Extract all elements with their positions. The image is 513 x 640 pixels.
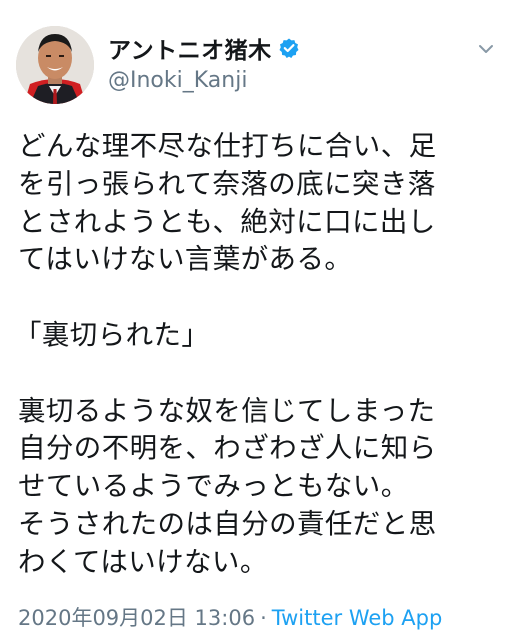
author-names: アントニオ猪木 @Inoki_Kanji: [108, 32, 300, 93]
tweet-header: アントニオ猪木 @Inoki_Kanji: [16, 26, 497, 106]
tweet-card: アントニオ猪木 @Inoki_Kanji どんな理不尽な仕打ちに合い、足 を引っ…: [0, 0, 513, 640]
avatar[interactable]: [16, 26, 94, 104]
timestamp[interactable]: 2020年09月02日 13:06: [18, 606, 255, 630]
tweet-line: を引っ張られて奈落の底に突き落: [18, 167, 436, 200]
tweet-text: どんな理不尽な仕打ちに合い、足 を引っ張られて奈落の底に突き落 とされようとも、…: [14, 128, 498, 582]
tweet-line: わくてはいけない。: [18, 545, 268, 578]
user-handle[interactable]: @Inoki_Kanji: [108, 68, 300, 93]
tweet-line: 裏切るような奴を信じてしまった: [18, 394, 436, 427]
display-name[interactable]: アントニオ猪木: [108, 31, 272, 65]
tweet-line: とされようとも、絶対に口に出し: [18, 205, 436, 238]
display-name-row: アントニオ猪木: [108, 32, 300, 64]
tweet-line: せているようでみっともない。: [18, 470, 409, 503]
tweet-quote-line: 「裏切られた」: [14, 318, 210, 351]
tweet-line: てはいけない言葉がある。: [18, 243, 353, 276]
avatar-image: [16, 26, 94, 104]
source-link[interactable]: Twitter Web App: [272, 606, 443, 630]
tweet-meta: 2020年09月02日 13:06 · Twitter Web App: [18, 602, 442, 632]
chevron-down-icon[interactable]: [475, 38, 497, 60]
tweet-line: そうされたのは自分の責任だと思: [18, 507, 437, 540]
tweet-line: 自分の不明を、わざわざ人に知ら: [18, 432, 437, 465]
meta-separator: ·: [260, 606, 267, 630]
verified-badge-icon: [278, 37, 300, 59]
tweet-line: どんな理不尽な仕打ちに合い、足: [18, 130, 437, 162]
